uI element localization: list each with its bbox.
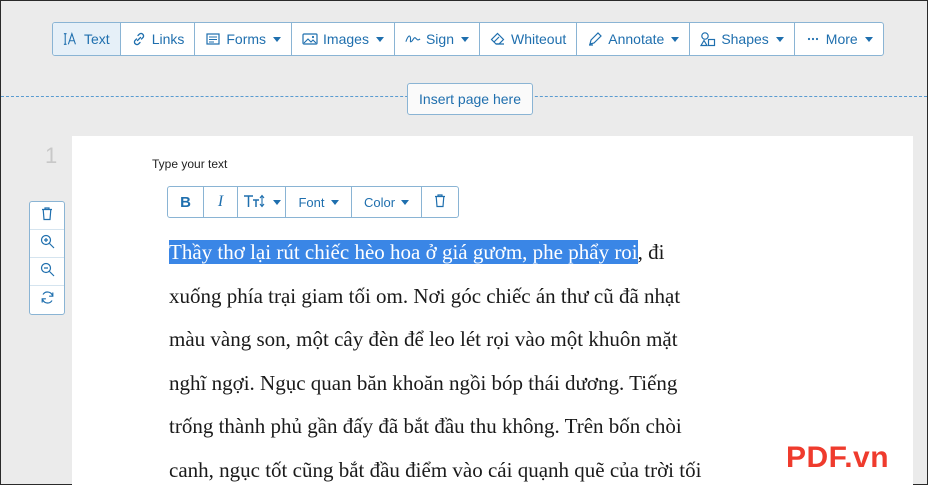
toolbar-shapes-button[interactable]: Shapes bbox=[690, 23, 795, 55]
rotate-page-button[interactable] bbox=[30, 286, 64, 314]
image-icon bbox=[302, 31, 318, 47]
chevron-down-icon bbox=[671, 36, 680, 42]
ellipsis-icon bbox=[805, 31, 821, 47]
rotate-icon bbox=[40, 290, 55, 310]
toolbar-whiteout-button[interactable]: Whiteout bbox=[480, 23, 578, 55]
zoom-out-button[interactable] bbox=[30, 258, 64, 286]
pen-icon bbox=[587, 31, 603, 47]
chevron-down-icon bbox=[775, 36, 784, 42]
form-icon bbox=[205, 31, 221, 47]
type-your-text-hint: Type your text bbox=[152, 157, 228, 171]
italic-button[interactable]: I bbox=[204, 187, 238, 217]
watermark-suffix: .vn bbox=[844, 441, 890, 474]
chevron-down-icon bbox=[401, 199, 410, 205]
text-line: Thầy thơ lại rút chiếc hèo hoa ở giá gươ… bbox=[169, 231, 809, 275]
text-format-toolbar: B I Font Color bbox=[167, 186, 459, 218]
delete-page-button[interactable] bbox=[30, 202, 64, 230]
toolbar-sign-button[interactable]: Sign bbox=[395, 23, 480, 55]
selected-text: Thầy thơ lại rút chiếc hèo hoa ở giá gươ… bbox=[169, 240, 638, 264]
toolbar-more-label: More bbox=[825, 31, 858, 47]
color-label: Color bbox=[363, 194, 396, 210]
page-side-tools bbox=[29, 201, 65, 315]
main-toolbar: Text Links Forms Images Sign Whiteout An… bbox=[52, 22, 884, 56]
page-number: 1 bbox=[45, 143, 58, 168]
insert-page-button[interactable]: Insert page here bbox=[407, 83, 533, 115]
watermark-logo: PDF.vn bbox=[786, 441, 889, 475]
toolbar-more-button[interactable]: More bbox=[795, 23, 883, 55]
text-size-icon bbox=[243, 193, 267, 212]
link-icon bbox=[131, 31, 147, 47]
text-line-tail: , đi bbox=[637, 240, 665, 264]
font-dropdown[interactable]: Font bbox=[286, 187, 352, 217]
signature-icon bbox=[405, 31, 421, 47]
zoom-out-icon bbox=[40, 262, 55, 282]
toolbar-whiteout-label: Whiteout bbox=[511, 31, 567, 47]
bold-button[interactable]: B bbox=[168, 187, 204, 217]
trash-icon bbox=[40, 206, 54, 226]
eraser-icon bbox=[490, 31, 506, 47]
chevron-down-icon bbox=[461, 36, 469, 42]
toolbar-images-button[interactable]: Images bbox=[292, 23, 395, 55]
text-line: trống thành phủ gần đấy đã bắt đầu thu k… bbox=[169, 414, 682, 438]
editable-text-box[interactable]: Thầy thơ lại rút chiếc hèo hoa ở giá gươ… bbox=[169, 231, 809, 485]
text-cursor-icon bbox=[63, 31, 79, 47]
text-line: màu vàng son, một cây đèn để leo lét rọi… bbox=[169, 327, 678, 351]
text-line: canh, ngục tốt cũng bắt đầu điểm vào cái… bbox=[169, 457, 702, 482]
chevron-down-icon bbox=[330, 199, 339, 205]
shapes-icon bbox=[700, 31, 716, 47]
toolbar-forms-button[interactable]: Forms bbox=[195, 23, 293, 55]
chevron-down-icon bbox=[864, 36, 873, 42]
trash-icon bbox=[433, 193, 447, 211]
toolbar-annotate-label: Annotate bbox=[608, 31, 665, 47]
toolbar-images-label: Images bbox=[323, 31, 369, 47]
text-line: nghĩ ngợi. Ngục quan băn khoăn ngồi bóp … bbox=[169, 370, 678, 395]
text-size-button[interactable] bbox=[238, 187, 286, 217]
font-label: Font bbox=[298, 194, 325, 210]
zoom-in-icon bbox=[40, 234, 55, 254]
toolbar-shapes-label: Shapes bbox=[721, 31, 769, 47]
toolbar-forms-label: Forms bbox=[226, 31, 267, 47]
text-line: xuống phía trại giam tối om. Nơi góc chi… bbox=[169, 283, 681, 308]
zoom-in-button[interactable] bbox=[30, 230, 64, 258]
chevron-down-icon bbox=[375, 36, 384, 42]
color-dropdown[interactable]: Color bbox=[352, 187, 422, 217]
delete-text-button[interactable] bbox=[422, 187, 458, 217]
toolbar-links-button[interactable]: Links bbox=[121, 23, 196, 55]
toolbar-text-button[interactable]: Text bbox=[53, 23, 121, 55]
toolbar-sign-label: Sign bbox=[425, 31, 454, 47]
toolbar-links-label: Links bbox=[151, 31, 185, 47]
watermark-brand: PDF bbox=[786, 441, 845, 474]
chevron-down-icon bbox=[272, 199, 281, 205]
toolbar-text-label: Text bbox=[84, 31, 110, 47]
chevron-down-icon bbox=[273, 36, 282, 42]
toolbar-annotate-button[interactable]: Annotate bbox=[577, 23, 691, 55]
